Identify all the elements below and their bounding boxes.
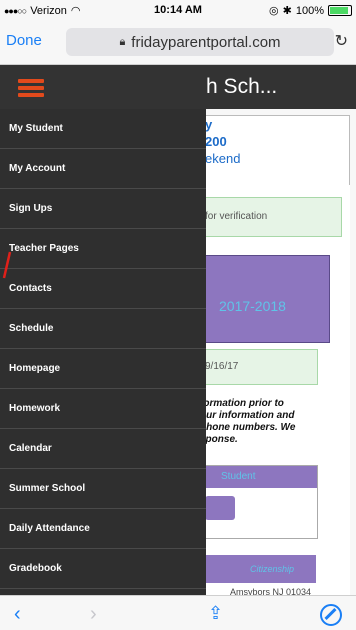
menu-item-daily-attendance[interactable]: Daily Attendance — [0, 509, 206, 549]
student-card: Student — [200, 465, 318, 539]
bluetooth-icon: ✱ — [282, 5, 292, 17]
annotation-arrow-mark — [2, 251, 12, 279]
info-line: ekend — [205, 151, 241, 166]
phone-screen: ●●●○○ Verizon ◠ 10:14 AM ◎ ✱ 100% Done 🔒… — [0, 0, 356, 630]
alarm-icon: ◎ — [269, 5, 279, 17]
back-button[interactable]: ‹ — [14, 603, 21, 626]
student-card-header: Student — [201, 466, 317, 488]
citizenship-label: Citizenship — [250, 564, 295, 574]
menu-item-homework[interactable]: Homework — [0, 389, 206, 429]
menu-item-calendar[interactable]: Calendar — [0, 429, 206, 469]
student-link[interactable]: Student — [221, 471, 255, 482]
forward-button[interactable]: › — [90, 603, 97, 626]
info-line: y — [205, 117, 213, 132]
notice-line: phone numbers. We — [200, 422, 296, 433]
done-button[interactable]: Done — [6, 32, 42, 49]
menu-item-sign-ups[interactable]: Sign Ups — [0, 189, 206, 229]
menu-item-teacher-pages[interactable]: Teacher Pages — [0, 229, 206, 269]
hamburger-icon[interactable] — [18, 79, 44, 97]
menu-item-schedule[interactable]: Schedule — [0, 309, 206, 349]
drawer-header — [0, 65, 206, 109]
compass-icon[interactable] — [320, 604, 342, 626]
student-info-box: y 200 ekend — [200, 115, 350, 187]
info-line: 200 — [205, 134, 227, 149]
notice-line: our information and — [200, 410, 295, 421]
menu-item-my-account[interactable]: My Account — [0, 149, 206, 189]
date-box: 9/16/17 — [200, 349, 318, 385]
reload-icon[interactable]: ↻ — [335, 31, 348, 51]
notice-line: formation prior to — [200, 398, 284, 409]
url-field[interactable]: 🔒︎ fridayparentportal.com — [66, 28, 334, 56]
year-text: 2017-2018 — [219, 298, 286, 314]
lock-icon: 🔒︎ — [119, 35, 126, 48]
citizenship-bar: Citizenship — [200, 555, 316, 583]
drawer-menu: My Student My Account Sign Ups Teacher P… — [0, 109, 206, 589]
year-banner: 2017-2018 — [200, 255, 330, 343]
status-bar: ●●●○○ Verizon ◠ 10:14 AM ◎ ✱ 100% — [0, 0, 356, 20]
battery-percent: 100% — [295, 4, 324, 17]
menu-item-homepage[interactable]: Homepage — [0, 349, 206, 389]
status-right: ◎ ✱ 100% — [269, 4, 352, 17]
url-text: fridayparentportal.com — [131, 33, 281, 51]
student-button[interactable] — [205, 496, 235, 520]
notice-text: formation prior to our information and p… — [200, 398, 295, 446]
share-icon[interactable]: ⇪ — [208, 603, 223, 624]
menu-item-gradebook[interactable]: Gradebook — [0, 549, 206, 589]
nav-drawer: My Student My Account Sign Ups Teacher P… — [0, 65, 206, 595]
browser-toolbar: Done 🔒︎ fridayparentportal.com ↻ — [0, 20, 356, 65]
menu-item-summer-school[interactable]: Summer School — [0, 469, 206, 509]
battery-icon — [328, 5, 352, 16]
menu-item-my-student[interactable]: My Student — [0, 109, 206, 149]
content-area — [200, 185, 350, 605]
notice-line: sponse. — [200, 434, 238, 445]
menu-item-contacts[interactable]: Contacts — [0, 269, 206, 309]
verification-notice: for verification — [200, 197, 342, 237]
browser-bottom-toolbar: ‹ › ⇪ — [0, 595, 356, 630]
